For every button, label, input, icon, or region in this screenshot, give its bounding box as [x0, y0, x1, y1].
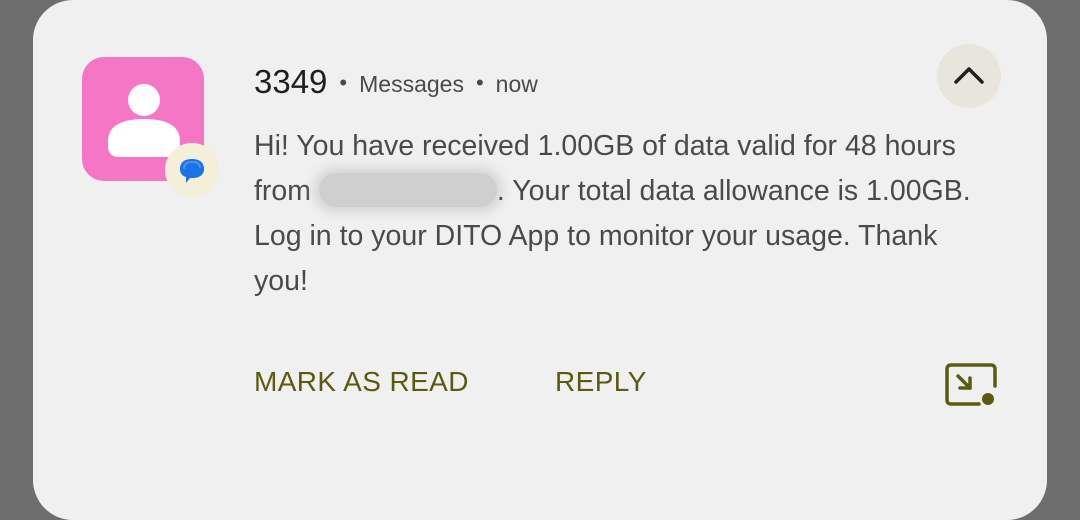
timestamp: now — [495, 70, 538, 97]
app-badge — [165, 143, 219, 197]
message-body: Hi! You have received 1.00GB of data val… — [254, 124, 984, 304]
open-bubble-button[interactable] — [943, 362, 999, 410]
separator-dot: • — [339, 70, 348, 95]
open-bubble-icon — [945, 363, 997, 406]
collapse-button[interactable] — [937, 44, 1001, 108]
redacted-text — [318, 173, 497, 207]
notification-header: 3349 • Messages • now — [254, 60, 538, 104]
reply-button[interactable]: REPLY — [555, 366, 647, 398]
app-name: Messages — [359, 70, 464, 97]
separator-dot: • — [475, 70, 484, 95]
messages-bubble-icon — [180, 159, 204, 183]
notification-card[interactable]: 3349 • Messages • now Hi! You have recei… — [33, 0, 1047, 520]
chevron-up-icon — [954, 67, 984, 84]
sender-name: 3349 — [254, 63, 328, 100]
mark-as-read-button[interactable]: MARK AS READ — [254, 366, 469, 398]
